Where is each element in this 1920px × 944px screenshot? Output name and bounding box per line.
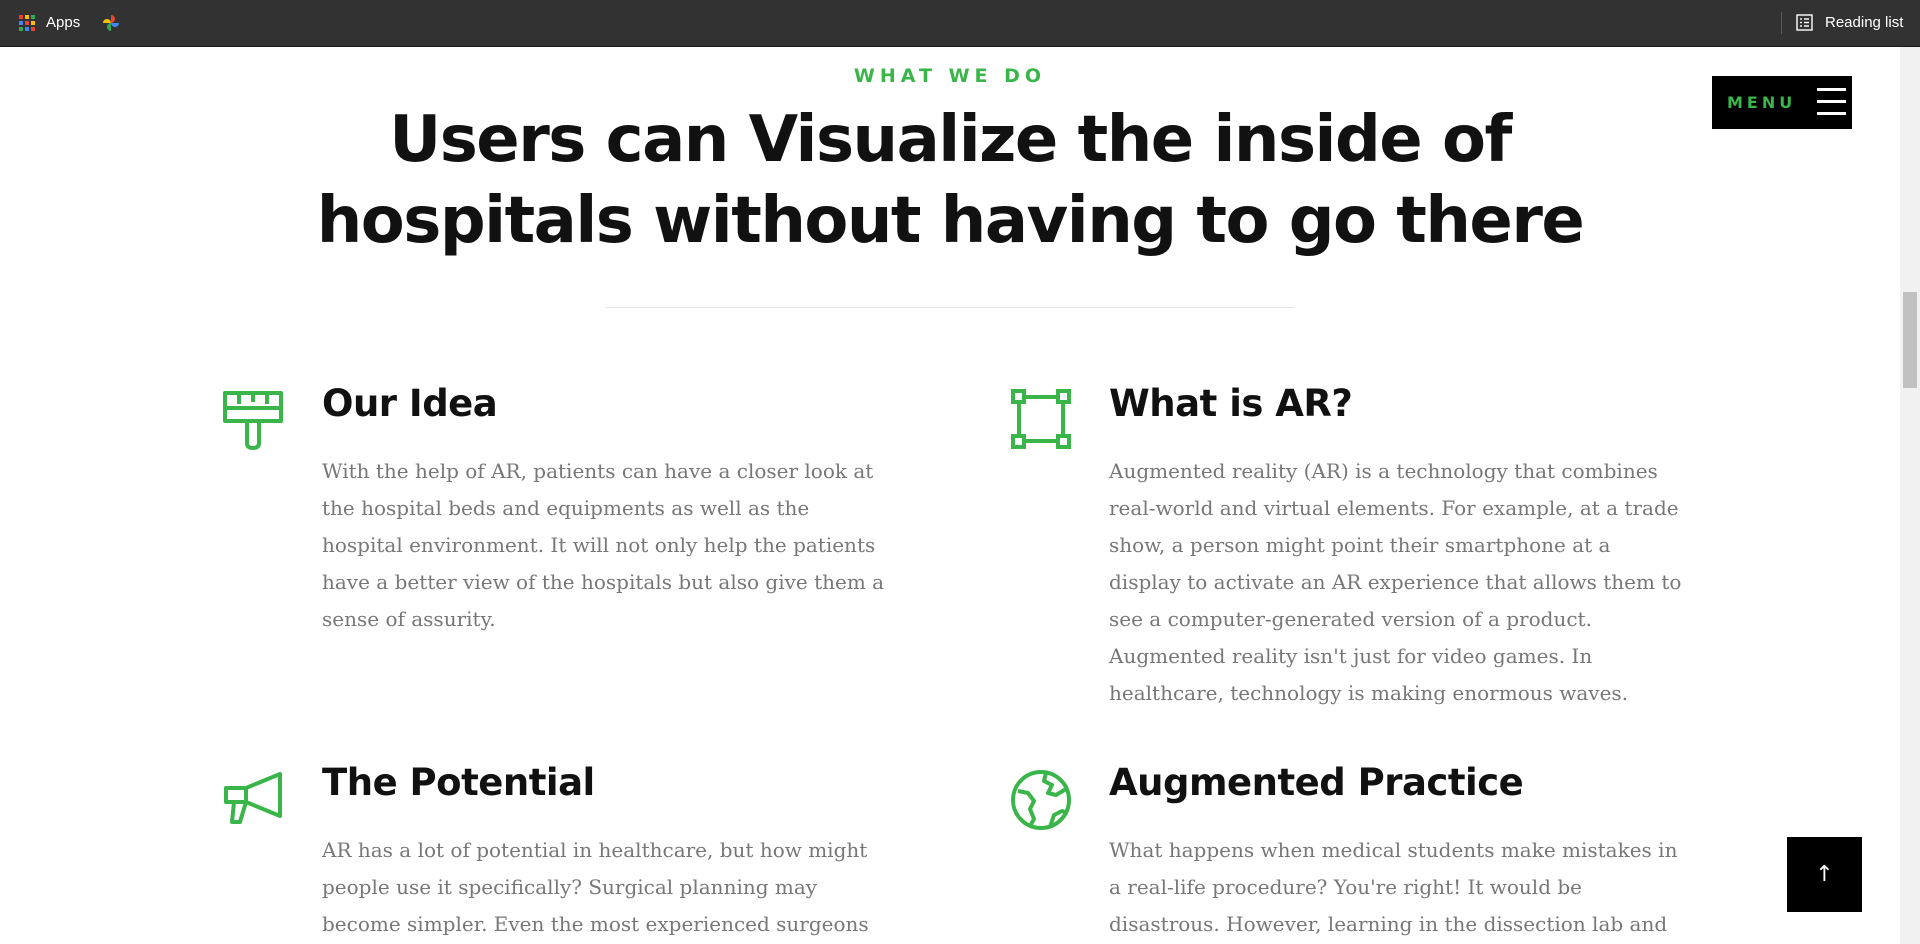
scrollbar-thumb[interactable] bbox=[1903, 292, 1917, 388]
apps-grid-icon bbox=[19, 14, 35, 31]
bookmarks-separator bbox=[1781, 12, 1782, 34]
section-divider bbox=[605, 307, 1294, 308]
hamburger-icon bbox=[1817, 88, 1846, 116]
scrollbar-track[interactable] bbox=[1900, 47, 1920, 944]
feature-text-our-idea: With the help of AR, patients can have a… bbox=[322, 459, 885, 631]
feature-title-our-idea: Our Idea bbox=[322, 382, 498, 425]
vector-square-icon bbox=[1011, 389, 1071, 449]
bookmarks-bar: Apps Reading list bbox=[0, 0, 1920, 47]
feature-title-what-is-ar: What is AR? bbox=[1109, 382, 1353, 425]
menu-label: MENU bbox=[1727, 93, 1797, 112]
reading-list-label: Reading list bbox=[1825, 14, 1904, 31]
feature-text-the-potential: AR has a lot of potential in healthcare,… bbox=[322, 838, 869, 936]
google-photos-icon[interactable] bbox=[101, 13, 121, 33]
page-headline: Users can Visualize the inside of hospit… bbox=[260, 100, 1640, 262]
reading-list-icon bbox=[1796, 14, 1813, 31]
feature-text-what-is-ar: Augmented reality (AR) is a technology t… bbox=[1109, 459, 1682, 705]
feature-text-augmented-practice: What happens when medical students make … bbox=[1109, 838, 1678, 936]
feature-title-the-potential: The Potential bbox=[322, 761, 595, 804]
back-to-top-button[interactable]: ↑ bbox=[1787, 837, 1862, 912]
headline-line-2: hospitals without having to go there bbox=[316, 184, 1585, 258]
feature-title-augmented-practice: Augmented Practice bbox=[1109, 761, 1524, 804]
megaphone-icon bbox=[224, 772, 282, 824]
apps-shortcut[interactable]: Apps bbox=[19, 14, 80, 31]
headline-line-1: Users can Visualize the inside of bbox=[389, 103, 1512, 177]
globe-icon bbox=[1011, 770, 1071, 830]
apps-label: Apps bbox=[46, 14, 81, 31]
arrow-up-icon: ↑ bbox=[1815, 862, 1834, 887]
paintbrush-icon bbox=[223, 391, 283, 450]
section-eyebrow: WHAT WE DO bbox=[853, 65, 1047, 87]
reading-list-button[interactable]: Reading list bbox=[1796, 14, 1903, 31]
menu-button[interactable]: MENU bbox=[1712, 76, 1852, 129]
